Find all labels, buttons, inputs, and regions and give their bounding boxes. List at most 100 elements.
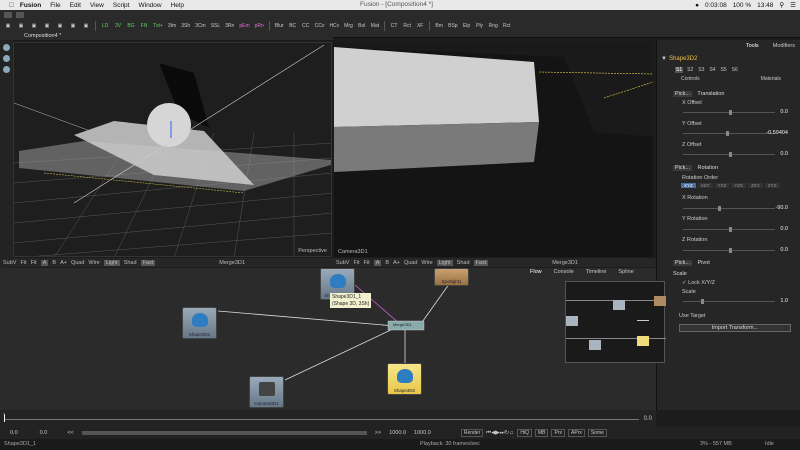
ab-button[interactable]: A+ <box>393 260 400 266</box>
some-button[interactable]: Some <box>587 429 607 437</box>
menu-help[interactable]: Help <box>171 2 184 9</box>
viewer-camera[interactable]: Camera3D1 <box>334 42 653 257</box>
tool-elp[interactable]: Elp <box>461 22 473 31</box>
fast-button[interactable]: Fast <box>140 259 156 266</box>
pick-button[interactable]: Pick... <box>673 165 692 171</box>
ab-button[interactable]: A+ <box>60 260 67 266</box>
menu-edit[interactable]: Edit <box>70 2 81 9</box>
a-button[interactable]: A <box>373 259 382 266</box>
tool-btn-7[interactable]: ▣ <box>80 22 92 31</box>
tool-ply[interactable]: Ply <box>474 22 486 31</box>
z-offset-value[interactable]: 0.0 <box>780 151 788 157</box>
light-button[interactable]: Light <box>103 259 120 266</box>
slider-knob[interactable] <box>729 227 732 232</box>
tool-blur[interactable]: Blur <box>273 22 286 31</box>
tool-3im[interactable]: 3Im <box>166 22 178 31</box>
tool-bm[interactable]: Bm <box>433 22 445 31</box>
current-frame[interactable]: 0.0 <box>40 430 48 436</box>
pick-button[interactable]: Pick... <box>673 260 692 266</box>
tool-pem[interactable]: pEm <box>237 22 251 31</box>
tool-btn-5[interactable]: ▣ <box>54 22 66 31</box>
use-target-label[interactable]: Use Target <box>679 313 706 319</box>
subtab-s1[interactable]: S1 <box>675 67 684 73</box>
tab-modifiers[interactable]: Modifiers <box>773 43 795 49</box>
timeline-ruler[interactable]: 0 0.0 <box>0 410 656 427</box>
scale-section[interactable]: Scale <box>673 271 687 277</box>
y-rotation-value[interactable]: 0.0 <box>780 226 788 232</box>
slider-knob[interactable] <box>718 206 721 211</box>
import-transform-button[interactable]: Import Transform... <box>679 324 791 332</box>
rot-order-yxz[interactable]: YXZ <box>714 183 730 188</box>
tab-timeline[interactable]: Timeline <box>586 269 607 275</box>
tool-fastnoise[interactable]: FN <box>138 22 150 31</box>
tool-rng[interactable]: Rng <box>487 22 500 31</box>
menu-list-icon[interactable]: ☰ <box>790 1 796 9</box>
aprx-button[interactable]: APrx <box>567 429 585 437</box>
tool-btn-1[interactable]: ▣ <box>2 22 14 31</box>
b-button[interactable]: B <box>52 260 56 266</box>
range-end-button[interactable]: >> <box>375 430 381 436</box>
viewer-icon[interactable] <box>3 44 10 51</box>
rot-order-yzx[interactable]: YZX <box>731 183 747 188</box>
apple-icon[interactable]:  <box>9 2 14 9</box>
end-frame[interactable]: 1000.0 <box>389 430 406 436</box>
tab-controls[interactable]: Controls <box>681 76 700 82</box>
quad-button[interactable]: Quad <box>404 260 417 266</box>
menu-window[interactable]: Window <box>138 2 161 9</box>
menu-file[interactable]: File <box>50 2 60 9</box>
rot-order-xyz[interactable]: XYZ <box>681 183 696 188</box>
toolbar-grip-icon[interactable] <box>4 12 12 18</box>
tool-btn-3[interactable]: ▣ <box>28 22 40 31</box>
rot-order-xzy[interactable]: XZY <box>697 183 713 188</box>
range-slider[interactable] <box>81 431 367 435</box>
node-spotlight1[interactable]: Spotlight1 <box>434 268 469 286</box>
fit-menu[interactable]: Fit <box>353 260 359 266</box>
tool-ssl[interactable]: SSL <box>209 22 222 31</box>
tool-prn[interactable]: pRn <box>253 22 266 31</box>
global-end-frame[interactable]: 1000.0 <box>414 430 431 436</box>
tool-mat[interactable]: Mat <box>369 22 381 31</box>
x-rotation-slider[interactable] <box>683 206 775 211</box>
collapse-icon[interactable]: ▼ <box>661 56 667 62</box>
flow-minimap[interactable] <box>565 281 666 363</box>
scale-value[interactable]: 1.0 <box>780 298 788 304</box>
viewer-perspective[interactable]: Perspective <box>13 42 332 257</box>
mb-button[interactable]: MB <box>534 429 549 437</box>
node-camera3d1[interactable]: Camera3D1 <box>249 376 284 408</box>
range-start-button[interactable]: << <box>67 430 73 436</box>
tool-3rn[interactable]: 3Rn <box>223 22 236 31</box>
tool-3v[interactable]: 3V <box>112 22 124 31</box>
slider-knob[interactable] <box>726 131 729 136</box>
menu-script[interactable]: Script <box>113 2 130 9</box>
node-shape3d2[interactable]: Shape3D2 <box>387 363 422 395</box>
hiq-button[interactable]: HiQ <box>517 429 532 437</box>
tool-btn-6[interactable]: ▣ <box>67 22 79 31</box>
slider-knob[interactable] <box>701 299 704 304</box>
a-button[interactable]: A <box>40 259 49 266</box>
tool-bol[interactable]: Bol <box>356 22 368 31</box>
z-rotation-value[interactable]: 0.0 <box>780 247 788 253</box>
tool-btn-4[interactable]: ▣ <box>41 22 53 31</box>
tool-rct2[interactable]: Rct <box>501 22 513 31</box>
z-rotation-slider[interactable] <box>683 248 775 253</box>
tab-composition[interactable]: Composition4 * <box>24 33 61 39</box>
fit-button[interactable]: Fit <box>364 260 370 266</box>
prx-button[interactable]: Prx <box>551 429 565 437</box>
z-offset-slider[interactable] <box>683 152 775 157</box>
subview-menu[interactable]: SubV <box>3 260 16 266</box>
tool-merge[interactable]: Mrg <box>342 22 355 31</box>
tool-ct[interactable]: CT <box>388 22 400 31</box>
subtab-s4[interactable]: S4 <box>708 67 716 73</box>
fast-button[interactable]: Fast <box>473 259 489 266</box>
tab-flow[interactable]: Flow <box>530 269 542 275</box>
tool-background[interactable]: BG <box>125 22 137 31</box>
tool-xf[interactable]: XF <box>414 22 426 31</box>
wire-button[interactable]: Wire <box>421 260 432 266</box>
tool-3cm[interactable]: 3Cm <box>193 22 208 31</box>
node-merge3d1[interactable]: Merge3D1 <box>393 322 412 327</box>
x-offset-value[interactable]: 0.0 <box>780 109 788 115</box>
node-shape3d1[interactable]: Shape3D1 <box>182 307 217 339</box>
menu-view[interactable]: View <box>90 2 104 9</box>
pick-button[interactable]: Pick... <box>673 91 692 97</box>
y-offset-value[interactable]: -0.59404 <box>766 130 788 136</box>
